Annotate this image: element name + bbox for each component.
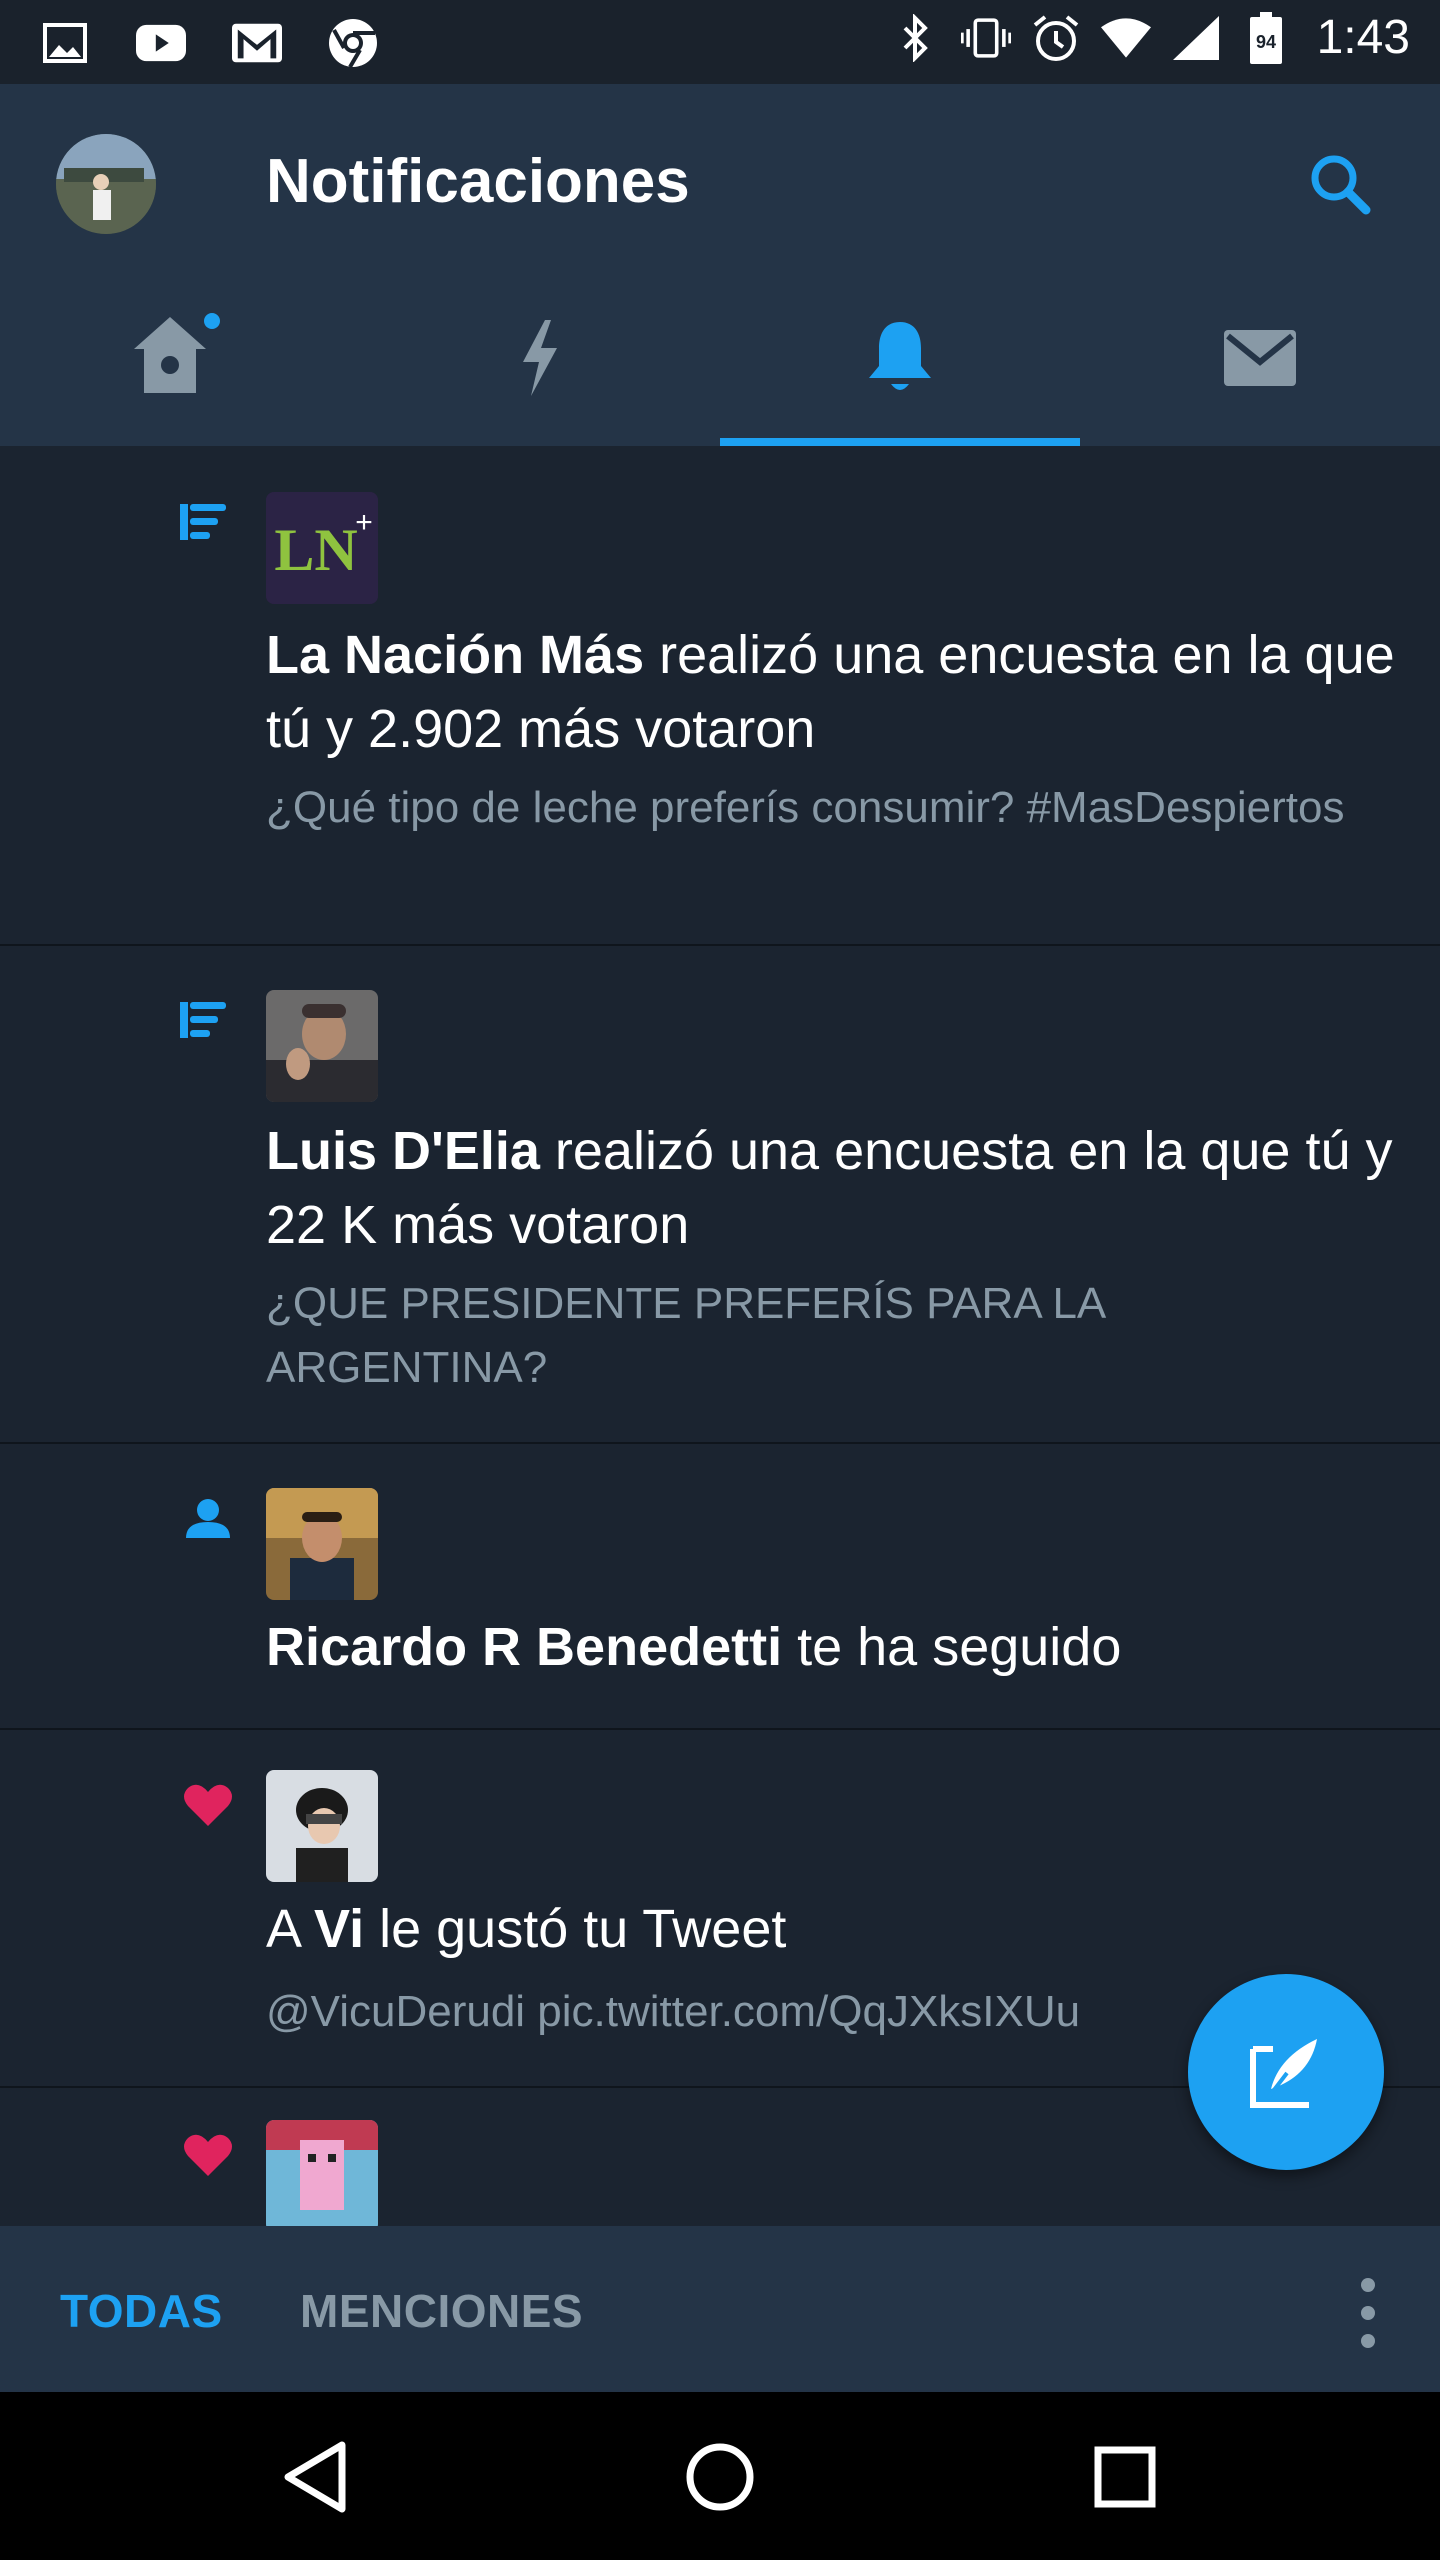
more-vert-icon <box>1361 2278 1375 2292</box>
notification-user-name[interactable]: Vi <box>314 1899 364 1959</box>
avatar[interactable] <box>266 1488 378 1600</box>
heart-icon <box>184 1784 232 1826</box>
home-button[interactable] <box>675 2432 765 2522</box>
main-tabs <box>0 270 1440 446</box>
notification-user-name[interactable]: La Nación Más <box>266 625 644 685</box>
search-button[interactable] <box>1300 146 1380 226</box>
avatar[interactable]: LN + <box>266 492 378 604</box>
notification-detail: ¿QUE PRESIDENTE PREFERÍS PARA LA ARGENTI… <box>266 1279 1104 1392</box>
profile-avatar[interactable] <box>56 134 156 234</box>
app-bar: Notificaciones <box>0 84 1440 446</box>
bell-icon <box>869 322 931 390</box>
vibrate-icon <box>960 13 1011 63</box>
list-item[interactable]: Luis D'Elia realizó una encuesta en la q… <box>0 946 1440 1444</box>
poll-icon <box>180 504 226 540</box>
system-nav-bar <box>0 2392 1440 2560</box>
compose-icon <box>1250 2039 1317 2108</box>
recents-square-icon <box>1094 2446 1156 2508</box>
svg-text:94: 94 <box>1256 32 1276 52</box>
heart-icon <box>184 2134 232 2176</box>
envelope-icon <box>1224 330 1296 386</box>
filter-mentions-tab[interactable]: MENCIONES <box>300 2284 583 2338</box>
home-circle-icon <box>686 2443 754 2511</box>
compose-tweet-button[interactable] <box>1188 1974 1384 2170</box>
status-bar: 94 1:43 <box>0 0 1440 84</box>
avatar[interactable] <box>266 2120 378 2226</box>
new-dot <box>204 313 220 329</box>
svg-text:+: + <box>355 506 373 539</box>
poll-icon <box>180 1002 226 1038</box>
gallery-icon <box>40 18 90 68</box>
list-item[interactable]: LN + La Nación Más realizó una encuesta … <box>0 446 1440 946</box>
search-icon <box>1311 155 1371 215</box>
notification-user-name[interactable]: Ricardo R Benedetti <box>266 1617 782 1677</box>
avatar[interactable] <box>266 990 378 1102</box>
alarm-icon <box>1031 13 1081 63</box>
chrome-icon <box>328 18 378 68</box>
recents-button[interactable] <box>1080 2432 1170 2522</box>
page-title: Notificaciones <box>266 147 690 216</box>
gmail-icon <box>232 18 282 68</box>
follow-icon <box>186 1499 230 1538</box>
bluetooth-icon <box>891 13 941 63</box>
svg-text:LN: LN <box>274 517 357 583</box>
filter-all-tab[interactable]: TODAS <box>60 2284 223 2338</box>
youtube-icon <box>136 18 186 68</box>
notification-text: A Vi le gustó tu Tweet <box>266 1899 787 1959</box>
notification-user-name[interactable]: Luis D'Elia <box>266 1121 540 1181</box>
active-tab-indicator <box>720 438 1080 446</box>
notification-detail: ¿Qué tipo de leche preferís consumir? #M… <box>266 783 1345 832</box>
notification-text: Luis D'Elia realizó una encuesta en la q… <box>266 1121 1393 1255</box>
back-triangle-icon <box>284 2441 346 2513</box>
home-icon <box>134 313 220 393</box>
list-item[interactable]: Ricardo R Benedetti te ha seguido <box>0 1444 1440 1730</box>
overflow-menu-button[interactable] <box>1348 2278 1388 2348</box>
avatar[interactable] <box>266 1770 378 1882</box>
tab-home[interactable] <box>0 270 360 446</box>
signal-icon <box>1171 13 1221 63</box>
filter-bar: TODAS MENCIONES <box>0 2226 1440 2392</box>
back-button[interactable] <box>270 2432 360 2522</box>
lightning-icon <box>523 320 557 396</box>
tab-notifications[interactable] <box>720 270 1080 446</box>
wifi-icon <box>1100 13 1151 63</box>
battery-icon: 94 <box>1241 11 1291 64</box>
tab-moments[interactable] <box>360 270 720 446</box>
notification-text: Ricardo R Benedetti te ha seguido <box>266 1617 1122 1677</box>
tab-messages[interactable] <box>1080 270 1440 446</box>
notification-list: LN + La Nación Más realizó una encuesta … <box>0 446 1440 2226</box>
notification-text: La Nación Más realizó una encuesta en la… <box>266 625 1395 759</box>
status-time: 1:43 <box>1316 11 1410 64</box>
